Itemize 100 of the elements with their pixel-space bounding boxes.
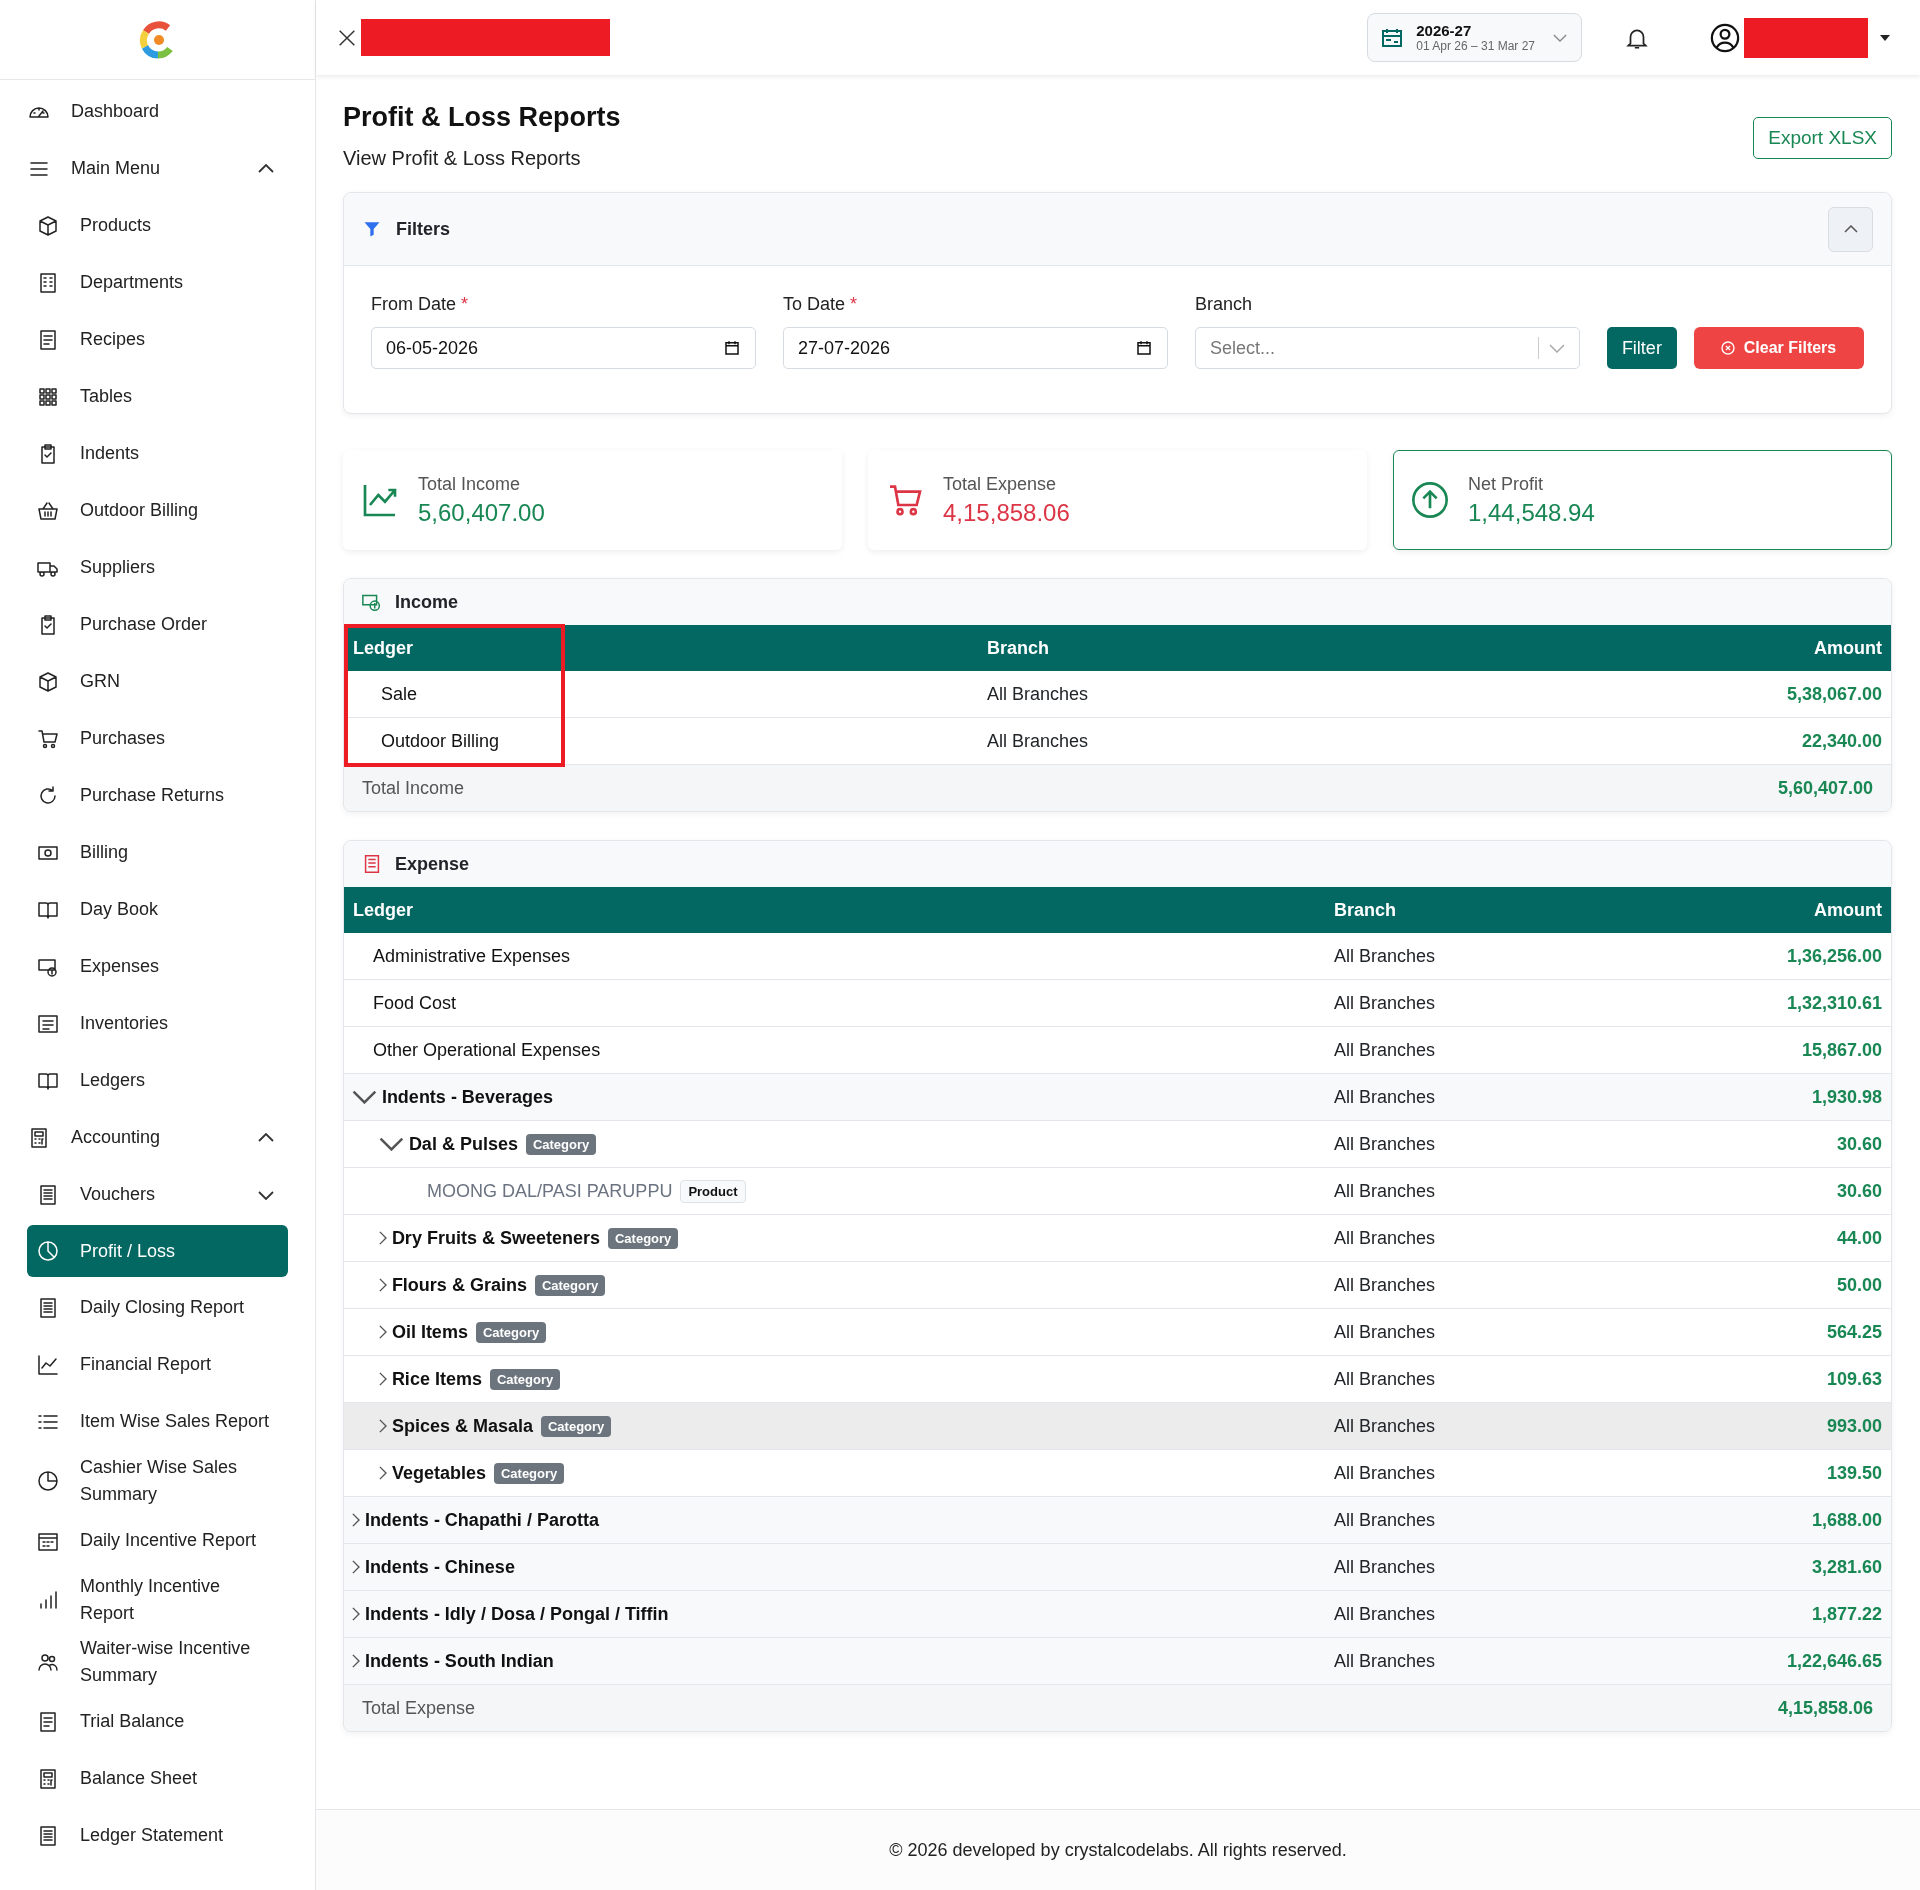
sidebar-item[interactable]: Purchase Returns	[27, 767, 288, 824]
ledger-name: Dal & Pulses	[408, 1133, 518, 1155]
fiscal-year-selector[interactable]: 2026-27 01 Apr 26 – 31 Mar 27	[1367, 13, 1582, 62]
chevron-right-icon[interactable]	[379, 1419, 387, 1434]
sidebar-item[interactable]: Daily Incentive Report	[27, 1512, 288, 1569]
amount-cell-text: 3,281.60	[1810, 1556, 1882, 1578]
export-button[interactable]: Export XLSX	[1753, 117, 1892, 159]
ledger-name: Food Cost	[373, 992, 457, 1014]
section-title: Expense	[395, 853, 470, 875]
branch-cell-text: All Branches	[1333, 1227, 1437, 1249]
table-row[interactable]: Indents - Chinese All Branches 3,281.60	[344, 1544, 1891, 1592]
sidebar-item[interactable]: Departments	[27, 254, 288, 311]
sidebar-item[interactable]: Waiter-wise Incentive Summary	[27, 1631, 288, 1693]
sidebar-item[interactable]: Profit / Loss	[27, 1225, 288, 1277]
sidebar-item[interactable]: Balance Sheet	[27, 1750, 288, 1807]
box-icon	[36, 669, 60, 694]
category-badge: Category	[493, 1462, 565, 1484]
sidebar-item[interactable]: GRN	[27, 653, 288, 710]
chevron-right-icon[interactable]	[352, 1513, 360, 1528]
table-row[interactable]: Indents - South Indian All Branches 1,22,646.65	[344, 1638, 1891, 1686]
sidebar-item[interactable]: Indents	[27, 425, 288, 482]
amount-cell-text: 15,867.00	[1800, 1039, 1882, 1061]
stat-label: Total Income	[418, 473, 522, 495]
chevron-right-icon[interactable]	[352, 1654, 360, 1669]
menu-section[interactable]: Main Menu	[27, 140, 288, 197]
page-title: Profit & Loss Reports	[343, 101, 621, 134]
branch-select[interactable]: Select...	[1195, 327, 1580, 370]
fiscal-year-range: 01 Apr 26 – 31 Mar 27	[1416, 39, 1535, 53]
table-row[interactable]: Spices & Masala Category All Branches 993.00	[344, 1403, 1891, 1451]
category-badge: Category	[525, 1133, 597, 1155]
chevron-right-icon[interactable]	[352, 1607, 360, 1622]
chevron-right-icon[interactable]	[379, 1325, 387, 1340]
date-field[interactable]: 27-07-2026	[783, 327, 1168, 370]
chevron-down-icon	[1549, 343, 1565, 353]
sidebar-item[interactable]: Products	[27, 197, 288, 254]
sidebar-item[interactable]: Inventories	[27, 995, 288, 1052]
menu-section[interactable]: Accounting	[27, 1109, 288, 1166]
sidebar-item[interactable]: Purchase Order	[27, 596, 288, 653]
chevron-down-icon[interactable]	[379, 1137, 404, 1152]
sidebar-item[interactable]: Ledgers	[27, 1052, 288, 1109]
sidebar-item[interactable]: Expenses	[27, 938, 288, 995]
table-row[interactable]: Indents - Chapathi / Parotta All Branches 1,688.00	[344, 1497, 1891, 1545]
table-row[interactable]: Dal & Pulses Category All Branches 30.60	[344, 1121, 1891, 1169]
sidebar-item[interactable]: Outdoor Billing	[27, 482, 288, 539]
sidebar-item[interactable]: Cashier Wise Sales Summary	[27, 1450, 288, 1512]
ledger-name: Indents - Idly / Dosa / Pongal / Tiffin	[364, 1603, 669, 1625]
chevron-down-icon	[1553, 33, 1567, 42]
sidebar-item[interactable]: Financial Report	[27, 1336, 288, 1393]
chevron-right-icon[interactable]	[352, 1560, 360, 1575]
sidebar-item[interactable]: Ledger Statement	[27, 1807, 288, 1864]
table-row[interactable]: Oil Items Category All Branches 564.25	[344, 1309, 1891, 1357]
ledger-name: Sale	[380, 683, 419, 705]
sidebar-item[interactable]: Item Wise Sales Report	[27, 1393, 288, 1450]
amount-cell-text: 1,36,256.00	[1785, 945, 1882, 967]
chevron-right-icon[interactable]	[379, 1278, 387, 1293]
amount-cell-text: 5,38,067.00	[1785, 683, 1882, 705]
total-row: Total Expense 4,15,858.06	[344, 1685, 1891, 1732]
table-row[interactable]: Indents - Idly / Dosa / Pongal / Tiffin All Branches 1,877.22	[344, 1591, 1891, 1639]
category-badge: Category	[534, 1274, 606, 1296]
amount-cell-text: 1,32,310.61	[1785, 992, 1882, 1014]
pie-chart-icon	[36, 1239, 60, 1263]
sidebar-item[interactable]: Trial Balance	[27, 1693, 288, 1750]
branch-cell-text: All Branches	[1333, 1086, 1437, 1108]
sidebar-item[interactable]: Monthly Incentive Report	[27, 1569, 288, 1631]
chevron-right-icon[interactable]	[379, 1372, 387, 1387]
ledger-name: Rice Items	[391, 1368, 482, 1390]
chevron-right-icon[interactable]	[379, 1466, 387, 1481]
page-subtitle: View Profit & Loss Reports	[343, 147, 582, 171]
branch-cell-text: All Branches	[1333, 1274, 1437, 1296]
ledger-name: Outdoor Billing	[380, 730, 501, 752]
sidebar-item[interactable]: Dashboard	[27, 83, 288, 140]
sidebar-item[interactable]: Day Book	[27, 881, 288, 938]
filter-button[interactable]: Filter	[1607, 327, 1677, 370]
stat-value: 1,44,548.94	[1468, 498, 1595, 527]
clear-filters-button[interactable]: Clear Filters	[1693, 327, 1864, 370]
chevron-right-icon[interactable]	[379, 1231, 387, 1246]
ledger-name: Oil Items	[391, 1321, 468, 1343]
table-row[interactable]: Indents - Beverages All Branches 1,930.98	[344, 1074, 1891, 1122]
amount-cell-text: 1,22,646.65	[1785, 1650, 1882, 1672]
branch-cell-text: All Branches	[1333, 1180, 1437, 1202]
sidebar-item[interactable]: Billing	[27, 824, 288, 881]
table-row[interactable]: Dry Fruits & Sweeteners Category All Branches 44.00	[344, 1215, 1891, 1263]
sidebar-item[interactable]: Daily Closing Report	[27, 1279, 288, 1336]
branch-cell-text: All Branches	[1333, 1039, 1437, 1061]
sidebar-item[interactable]: Tables	[27, 368, 288, 425]
table-row[interactable]: Flours & Grains Category All Branches 50.00	[344, 1262, 1891, 1310]
branch-cell-text: All Branches	[1333, 945, 1437, 967]
chevron-down-icon[interactable]	[352, 1090, 377, 1105]
amount-cell-text: 139.50	[1825, 1462, 1882, 1484]
branch-cell-text: All Branches	[1333, 1556, 1437, 1578]
branch-cell-text: All Branches	[986, 683, 1090, 705]
user-menu[interactable]	[1710, 17, 1890, 58]
sidebar-item[interactable]: Vouchers	[27, 1166, 288, 1223]
sidebar-item[interactable]: Suppliers	[27, 539, 288, 596]
ledger-name: Indents - Chapathi / Parotta	[364, 1509, 599, 1531]
sidebar-item[interactable]: Purchases	[27, 710, 288, 767]
sidebar-item[interactable]: Recipes	[27, 311, 288, 368]
ledger-name: Dry Fruits & Sweeteners	[391, 1227, 600, 1249]
footer-text: © 2026 developed by crystalcodelabs. All rights reserved.	[889, 1839, 1347, 1861]
date-field[interactable]: 06-05-2026	[371, 327, 756, 370]
